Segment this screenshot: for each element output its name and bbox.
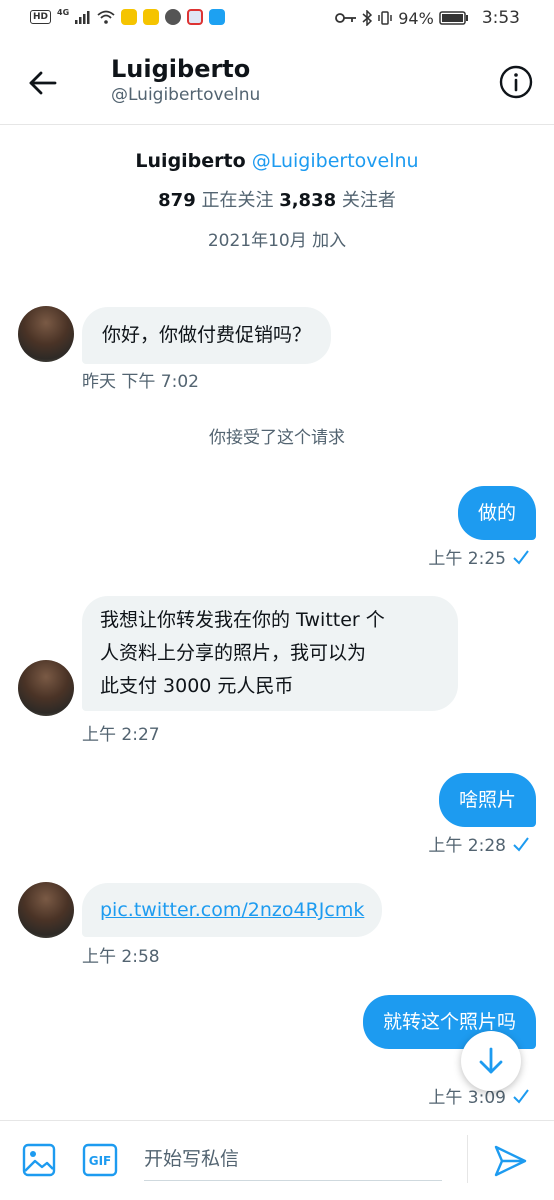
battery-percent: 94% (398, 8, 434, 28)
message-bubble-outgoing[interactable]: 啥照片 (438, 773, 536, 827)
app-notification-icon (209, 9, 226, 25)
info-icon[interactable] (498, 64, 534, 100)
status-left: HD 4G (30, 7, 226, 25)
network-type: 4G (57, 7, 70, 17)
avatar[interactable] (18, 660, 74, 716)
image-icon[interactable] (22, 1143, 56, 1177)
scroll-to-bottom-button[interactable] (461, 1031, 521, 1091)
header-handle: @Luigibertovelnu (111, 85, 261, 105)
bluetooth-icon (362, 10, 373, 26)
status-bar: HD 4G 94% 3:53 (0, 0, 554, 40)
app-notification-icon (187, 9, 204, 25)
profile-handle: @Luigibertovelnu (251, 150, 419, 172)
profile-name-line[interactable]: Luigiberto @Luigibertovelnu (0, 150, 554, 172)
message-timestamp: 上午 2:28 (428, 836, 506, 856)
message-bubble-outgoing[interactable]: 做的 (457, 486, 536, 540)
hd-badge: HD (30, 10, 52, 24)
gif-label: GIF (89, 1154, 112, 1168)
app-notification-icon (121, 9, 138, 25)
message-composer: GIF (0, 1120, 554, 1200)
clock: 3:53 (481, 8, 520, 28)
message-bubble-incoming[interactable]: 我想让你转发我在你的 Twitter 个 人资料上分享的照片，我可以为 此支付 … (82, 596, 458, 711)
profile-display-name: Luigiberto (135, 150, 246, 172)
avatar[interactable] (18, 306, 74, 362)
followers-count[interactable]: 3,838 (279, 190, 336, 211)
message-timestamp: 上午 2:27 (82, 725, 160, 745)
header-display-name: Luigiberto (111, 55, 251, 83)
signal-icon (75, 11, 90, 24)
arrow-down-icon (479, 1047, 503, 1074)
profile-summary: Luigiberto @Luigibertovelnu 879 正在关注 3,8… (0, 150, 554, 251)
joined-date: 2021年10月 加入 (207, 231, 347, 251)
app-notification-icon (165, 9, 182, 25)
battery-icon (439, 11, 468, 25)
request-accepted-notice: 你接受了这个请求 (209, 428, 345, 448)
message-text-line: 此支付 3000 元人民币 (100, 675, 294, 697)
composer-divider (467, 1135, 468, 1183)
message-text-line: 人资料上分享的照片，我可以为 (100, 642, 367, 664)
send-icon[interactable] (492, 1143, 528, 1179)
sent-check-icon (513, 836, 529, 852)
avatar[interactable] (18, 882, 74, 938)
message-link[interactable]: pic.twitter.com/2nzo4RJcmk (100, 899, 364, 921)
message-meta: 上午 2:28 (428, 831, 530, 856)
message-bubble-incoming: pic.twitter.com/2nzo4RJcmk (82, 883, 383, 937)
gif-button[interactable]: GIF (82, 1143, 118, 1177)
wifi-icon (97, 10, 115, 24)
profile-stats: 879 正在关注 3,838 关注者 (0, 186, 554, 212)
key-icon (335, 13, 357, 23)
sent-check-icon (513, 1088, 529, 1104)
app-notification-icon (143, 9, 160, 25)
status-right: 94% 3:53 (335, 8, 520, 28)
following-label: 正在关注 (201, 190, 274, 211)
back-arrow-icon[interactable] (26, 66, 60, 100)
followers-label: 关注者 (341, 190, 396, 211)
following-count[interactable]: 879 (158, 190, 196, 211)
message-input[interactable] (144, 1137, 442, 1181)
message-bubble-incoming[interactable]: 你好，你做付费促销吗？ (82, 307, 332, 364)
vibrate-icon (378, 11, 392, 25)
sent-check-icon (513, 549, 529, 565)
message-timestamp: 昨天 下午 7:02 (82, 372, 199, 392)
message-meta: 上午 2:25 (428, 544, 530, 569)
gif-icon: GIF (82, 1143, 118, 1177)
message-timestamp: 上午 2:25 (428, 549, 506, 569)
conversation-header: Luigiberto @Luigibertovelnu (0, 40, 554, 125)
message-text-line: 我想让你转发我在你的 Twitter 个 (100, 609, 385, 631)
message-timestamp: 上午 2:58 (82, 947, 160, 967)
